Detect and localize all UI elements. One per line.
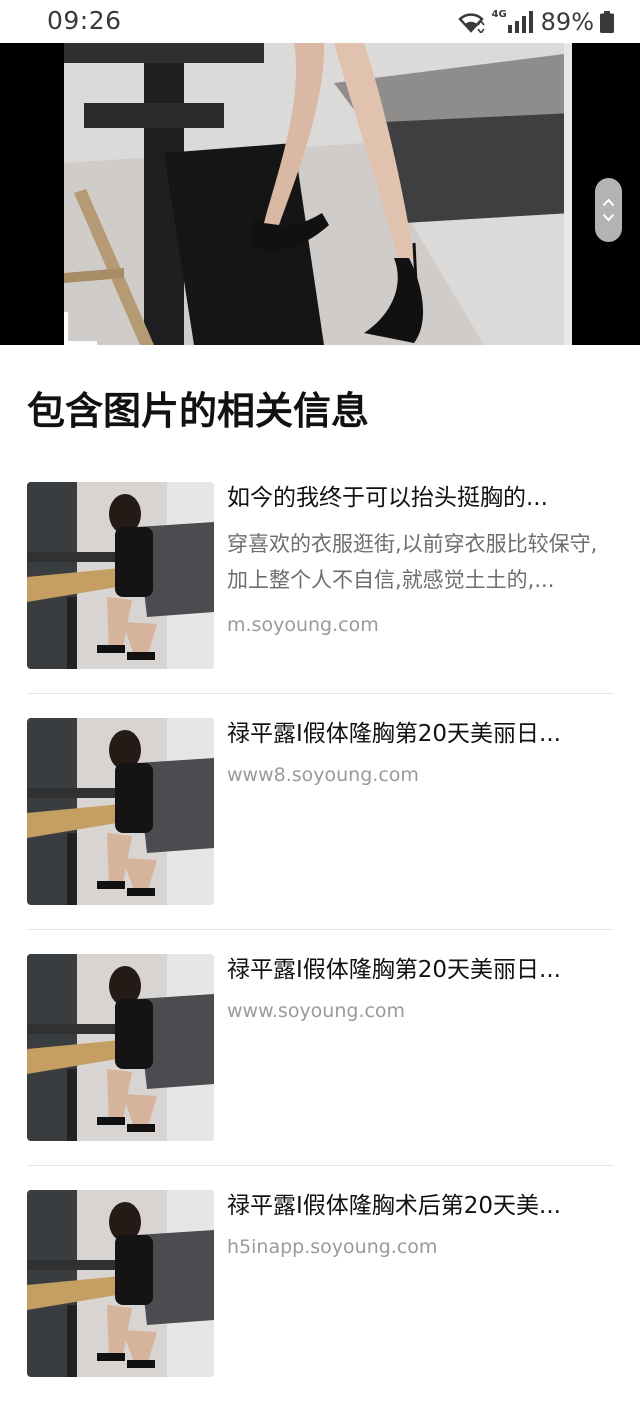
result-source: m.soyoung.com	[227, 614, 379, 636]
result-text: 禄平露Ⅰ假体隆胸第20天美丽日... www.soyoung.com	[227, 950, 614, 1026]
result-text: 如今的我终于可以抬头挺胸的... 穿喜欢的衣服逛街,以前穿衣服比较保守,加上整个…	[227, 478, 614, 640]
battery-icon	[600, 11, 614, 33]
result-thumbnail[interactable]	[27, 1190, 214, 1377]
status-time: 09:26	[47, 6, 122, 35]
list-item[interactable]: 禄平露Ⅰ假体隆胸第20天美丽日... www8.soyoung.com	[27, 694, 614, 930]
list-item[interactable]: 禄平露Ⅰ假体隆胸第20天美丽日... www.soyoung.com	[27, 930, 614, 1166]
image-viewer[interactable]	[0, 43, 640, 345]
result-thumbnail[interactable]	[27, 954, 214, 1141]
status-icons: 4G 89%	[457, 6, 614, 38]
viewer-photo[interactable]	[64, 43, 572, 345]
result-description: 穿喜欢的衣服逛街,以前穿衣服比较保守,加上整个人不自信,就感觉土土的,...	[227, 532, 598, 592]
chevron-down-icon[interactable]	[602, 213, 615, 222]
crop-corner-marker	[64, 312, 97, 345]
battery-percent: 89%	[540, 8, 594, 36]
result-thumbnail[interactable]	[27, 482, 214, 669]
result-source: www.soyoung.com	[227, 1000, 406, 1022]
status-bar: 09:26 4G 89%	[0, 0, 640, 43]
list-item[interactable]: 如今的我终于可以抬头挺胸的... 穿喜欢的衣服逛街,以前穿衣服比较保守,加上整个…	[27, 458, 614, 694]
result-thumbnail[interactable]	[27, 718, 214, 905]
result-title[interactable]: 禄平露Ⅰ假体隆胸第20天美丽日...	[227, 950, 614, 990]
scroll-pill[interactable]	[595, 178, 622, 242]
result-title[interactable]: 禄平露Ⅰ假体隆胸第20天美丽日...	[227, 714, 614, 754]
wifi-icon	[458, 13, 486, 33]
result-text: 禄平露Ⅰ假体隆胸术后第20天美... h5inapp.soyoung.com	[227, 1186, 614, 1262]
section-title: 包含图片的相关信息	[27, 389, 370, 433]
result-text: 禄平露Ⅰ假体隆胸第20天美丽日... www8.soyoung.com	[227, 714, 614, 790]
signal-icon	[507, 11, 533, 33]
result-source: h5inapp.soyoung.com	[227, 1236, 438, 1258]
result-title[interactable]: 禄平露Ⅰ假体隆胸术后第20天美...	[227, 1186, 614, 1226]
result-title[interactable]: 如今的我终于可以抬头挺胸的...	[227, 478, 614, 518]
list-item[interactable]: 禄平露Ⅰ假体隆胸术后第20天美... h5inapp.soyoung.com	[27, 1166, 614, 1402]
result-source: www8.soyoung.com	[227, 764, 419, 786]
chevron-up-icon[interactable]	[602, 198, 615, 207]
